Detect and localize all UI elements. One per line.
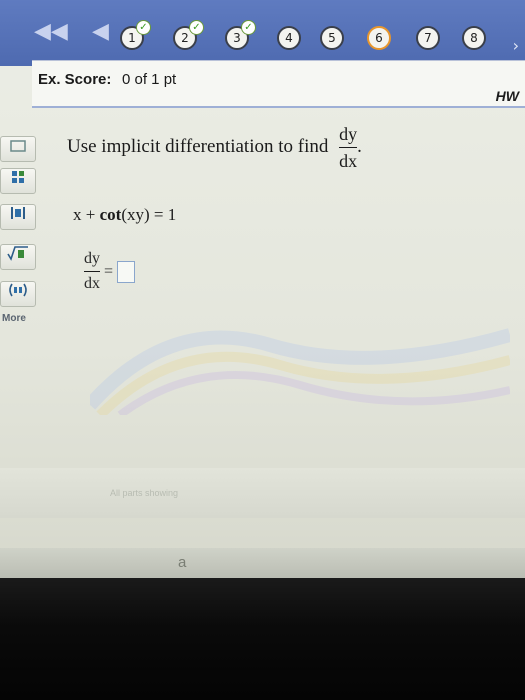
screen: ◀◀ ◀ 1 ✓ 2 ✓ 3 ✓ 4 5 6 7 8 › Ex. Score: … [0, 0, 525, 580]
taskbar [0, 548, 525, 580]
answer-row: dy dx = [84, 250, 136, 293]
question-7-button[interactable]: 7 [416, 26, 440, 50]
header-divider [32, 106, 525, 108]
math-tool-palette: More [0, 126, 44, 336]
answer-equals: = [104, 262, 114, 280]
derivative-fraction: dy dx [339, 124, 358, 171]
score-label: Ex. Score: [38, 71, 112, 88]
absolute-value-tool-icon[interactable] [0, 204, 36, 230]
answer-fraction-bar [84, 271, 100, 272]
question-4-button[interactable]: 4 [277, 26, 301, 50]
next-question-icon[interactable]: › [513, 36, 519, 55]
question-3-button[interactable]: 3 ✓ [225, 20, 256, 50]
given-equation: x + cot(xy) = 1 [73, 205, 176, 225]
score-bar: Ex. Score: 0 of 1 pt HW [32, 60, 525, 107]
fraction-bar [339, 147, 358, 148]
question-nav-bar: ◀◀ ◀ 1 ✓ 2 ✓ 3 ✓ 4 5 6 7 8 › [0, 0, 525, 66]
previous-question-icon[interactable]: ◀ [92, 20, 109, 44]
equation-right: (xy) = 1 [121, 205, 177, 224]
equation-left: x + [73, 205, 100, 224]
footer-band [0, 468, 525, 518]
question-2-button[interactable]: 2 ✓ [173, 20, 204, 50]
fraction-numerator: dy [339, 124, 358, 144]
interval-tool-icon[interactable] [0, 281, 36, 307]
screen-glare [90, 328, 510, 415]
homework-tag: HW [495, 88, 519, 104]
answer-denominator: dx [84, 275, 100, 292]
score-value: 0 of 1 pt [122, 71, 177, 88]
question-5-button[interactable]: 5 [320, 26, 344, 50]
question-8-button[interactable]: 8 [462, 26, 486, 50]
completed-check-icon: ✓ [136, 20, 151, 35]
template-tool-icon[interactable] [0, 136, 36, 162]
more-tools-link[interactable]: More [2, 313, 26, 324]
monitor-bezel [0, 578, 525, 700]
question-1-button[interactable]: 1 ✓ [120, 20, 151, 50]
answer-input[interactable] [117, 260, 136, 283]
question-6-button[interactable]: 6 [367, 26, 391, 50]
taskbar-letter: a [178, 554, 187, 571]
completed-check-icon: ✓ [189, 20, 204, 35]
answer-numerator: dy [84, 250, 100, 267]
question-period: . [357, 135, 362, 157]
answer-fraction: dy dx [84, 250, 100, 293]
first-question-icon[interactable]: ◀◀ [34, 20, 68, 44]
completed-check-icon: ✓ [241, 20, 256, 35]
fraction-tool-icon[interactable] [0, 168, 36, 194]
equation-function: cot [99, 205, 122, 224]
footer-faded-text: All parts showing [110, 488, 179, 498]
question-text: Use implicit differentiation to find [67, 135, 329, 157]
square-root-tool-icon[interactable] [0, 244, 36, 270]
question-prompt: Use implicit differentiation to find dy … [67, 124, 362, 171]
fraction-denominator: dx [339, 151, 358, 171]
